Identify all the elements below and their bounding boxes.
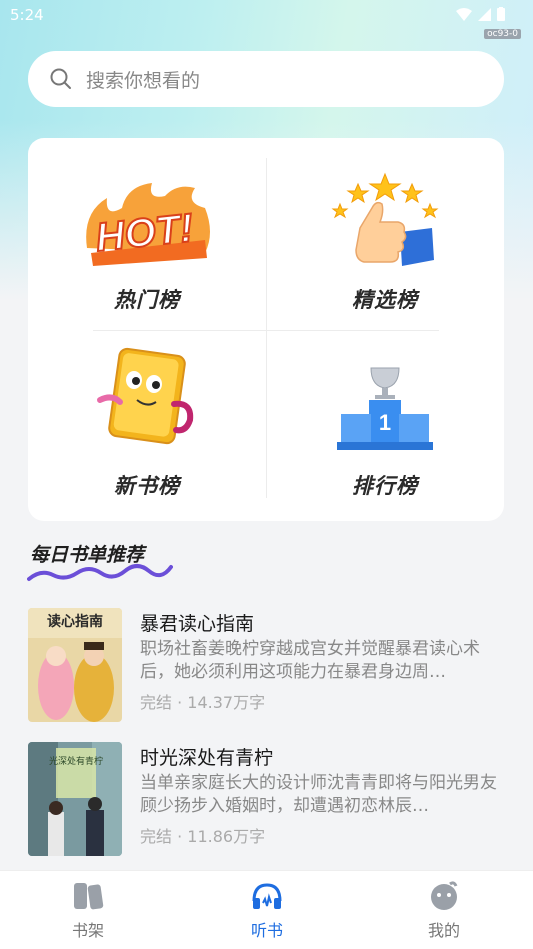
status-time: 5:24 bbox=[10, 6, 44, 24]
tab-bookshelf-label: 书架 bbox=[71, 921, 104, 940]
ranking-card: HOT! 热门榜 精选榜 新书榜 1 排行榜 bbox=[28, 138, 504, 521]
thumbs-up-stars-icon bbox=[331, 172, 439, 266]
book-cover-title: 读心指南 bbox=[47, 613, 103, 630]
ranking-chart-label: 排行榜 bbox=[352, 474, 418, 498]
headphones-icon bbox=[252, 883, 282, 909]
status-bar: 5:24 oc93-0 bbox=[0, 0, 533, 39]
ranking-chart[interactable]: 1 排行榜 bbox=[266, 330, 504, 520]
book-item[interactable]: 光深处有青柠 时光深处有青柠 当单亲家庭长大的设计师沈青青即将与阳光男友顾少扬步… bbox=[28, 742, 508, 857]
book-description: 职场社畜姜晚柠穿越成宫女并觉醒暴君读心术后，她必须利用这项能力在暴君身边周… bbox=[140, 639, 480, 682]
book-item[interactable]: 读心指南 暴君读心指南 职场社畜姜晚柠穿越成宫女并觉醒暴君读心术后，她必须利用这… bbox=[28, 608, 508, 723]
book-description: 当单亲家庭长大的设计师沈青青即将与阳光男友顾少扬步入婚姻时，却遭遇初恋林辰… bbox=[140, 773, 497, 816]
book-title: 时光深处有青柠 bbox=[140, 747, 274, 769]
book-word-count: 11.86万字 bbox=[187, 827, 266, 846]
book-word-count: 14.37万字 bbox=[187, 693, 266, 712]
tab-bookshelf[interactable]: 书架 bbox=[28, 871, 148, 949]
ranking-hot[interactable]: HOT! 热门榜 bbox=[28, 138, 266, 328]
book-meta: 完结 · 14.37万字 bbox=[140, 693, 266, 712]
tab-profile-label: 我的 bbox=[427, 921, 460, 940]
battery-icon bbox=[497, 7, 505, 21]
book-cover: 读心指南 bbox=[28, 608, 122, 722]
bookshelf-icon bbox=[74, 883, 104, 910]
podium-rank-number: 1 bbox=[379, 410, 391, 435]
book-cover-title: 光深处有青柠 bbox=[49, 755, 103, 767]
book-status: 完结 bbox=[140, 693, 173, 712]
search-input[interactable]: 搜索你想看的 bbox=[28, 51, 504, 107]
book-title: 暴君读心指南 bbox=[140, 613, 255, 635]
tab-audiobooks-label: 听书 bbox=[250, 921, 283, 940]
search-placeholder: 搜索你想看的 bbox=[86, 70, 201, 92]
tab-profile[interactable]: 我的 bbox=[384, 871, 504, 949]
book-mascot-icon bbox=[97, 347, 194, 445]
book-status: 完结 bbox=[140, 827, 173, 846]
wifi-icon bbox=[456, 7, 472, 21]
ranking-selected[interactable]: 精选榜 bbox=[266, 138, 504, 328]
book-cover: 光深处有青柠 bbox=[28, 742, 122, 856]
signal-icon bbox=[478, 7, 491, 21]
debug-tag: oc93-0 bbox=[484, 29, 521, 39]
search-icon bbox=[50, 68, 71, 89]
ranking-selected-label: 精选榜 bbox=[352, 288, 418, 312]
ranking-new[interactable]: 新书榜 bbox=[28, 330, 266, 520]
book-meta: 完结 · 11.86万字 bbox=[140, 827, 266, 846]
profile-icon bbox=[431, 881, 458, 910]
title-underline-squiggle bbox=[27, 564, 173, 581]
podium-trophy-icon: 1 bbox=[337, 367, 433, 450]
status-icons bbox=[456, 7, 505, 21]
ranking-new-label: 新书榜 bbox=[114, 474, 180, 498]
hot-badge-icon: HOT! bbox=[86, 183, 210, 266]
ranking-hot-label: 热门榜 bbox=[114, 288, 180, 312]
bottom-tab-bar: 书架 听书 我的 bbox=[0, 870, 533, 949]
tab-audiobooks[interactable]: 听书 bbox=[207, 871, 327, 949]
